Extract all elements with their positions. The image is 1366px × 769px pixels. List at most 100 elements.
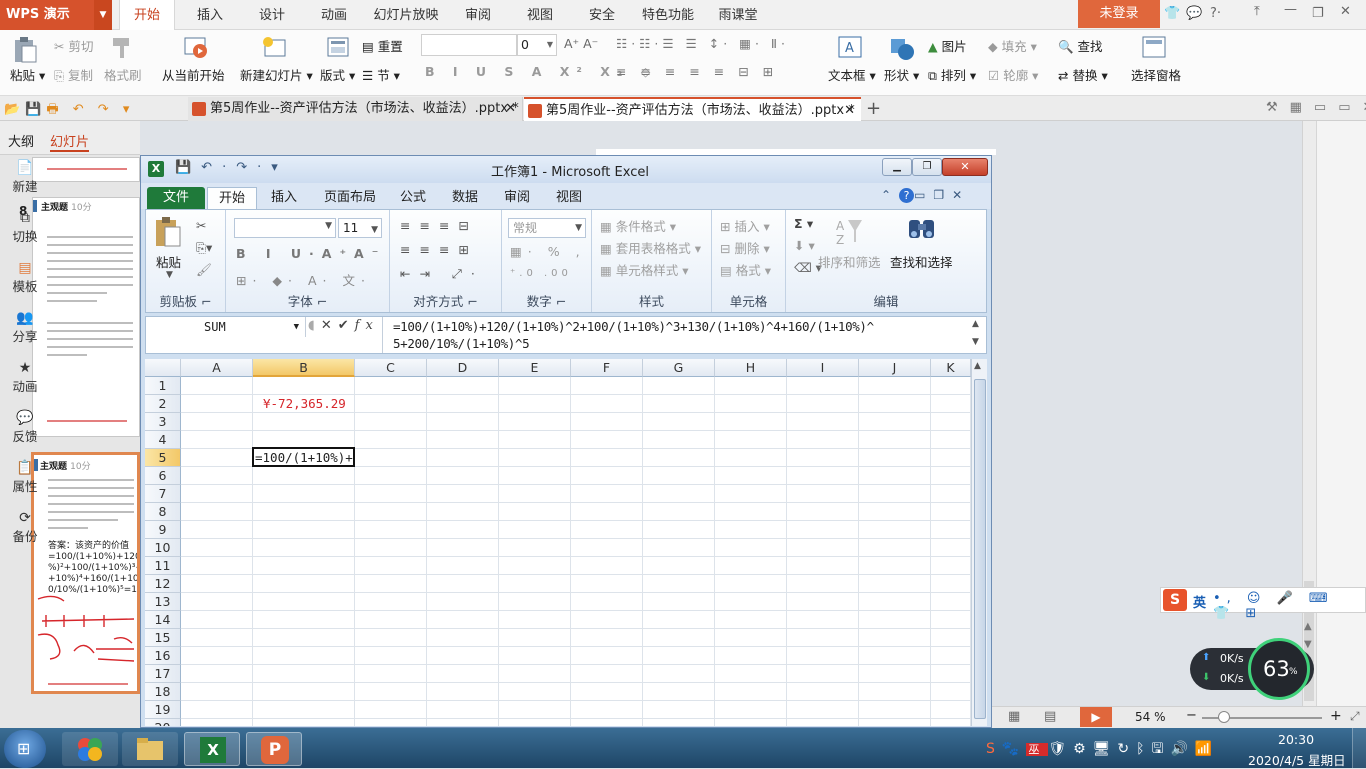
row-header-7[interactable]: 7 [145,485,181,503]
right-backup-button[interactable]: ⟳ 备份 [0,510,50,545]
canvas-scroll-down-icon[interactable]: ▼ [1304,639,1312,650]
wps-tab-rainclass[interactable]: 雨课堂 [708,0,768,30]
column-header-k[interactable]: K [931,359,971,377]
wps-tab-security[interactable]: 安全 [576,0,628,30]
row-header-14[interactable]: 14 [145,611,181,629]
layout-icon[interactable] [326,36,350,60]
table-format-button[interactable]: ▦ 套用表格格式 ▾ [600,238,701,257]
textbox-button[interactable]: 文本框 ▾ [828,65,876,84]
zoom-slider-handle[interactable] [1218,711,1230,723]
cell-b2[interactable]: ¥-72,365.29 [263,395,346,413]
ime-lang-toggle[interactable]: 英 [1193,592,1206,611]
doc-tab-1[interactable]: 第5周作业--资产评估方法（市场法、收益法）.pptx * ✕ [188,97,523,121]
row-header-16[interactable]: 16 [145,647,181,665]
zoom-level[interactable]: 54 % [1135,710,1166,724]
new-slide-button[interactable]: 新建幻灯片 ▾ [240,65,313,84]
arrange-button[interactable]: ⧉ 排列 ▾ [928,65,976,84]
paste-arrow-icon[interactable]: ▼ [166,270,173,280]
reset-button[interactable]: ▤ 重置 [362,36,403,55]
canvas-scroll-up-icon[interactable]: ▲ [1304,621,1312,632]
wps-tab-review[interactable]: 审阅 [452,0,504,30]
picture-button[interactable]: ▲ 图片 [928,36,967,55]
layout-button[interactable]: 版式 ▾ [320,65,355,84]
selection-pane-icon[interactable] [1142,36,1168,60]
right-share-button[interactable]: 👥 分享 [0,310,50,345]
excel-close-button[interactable]: ✕ [942,158,988,176]
sorter-view-icon[interactable]: ▤ [1044,709,1056,724]
wps-tab-home[interactable]: 开始 [119,0,175,31]
excel-vertical-scrollbar[interactable]: ▲ [971,359,987,726]
excel-cut-icon[interactable]: ✂ [196,218,206,233]
start-button[interactable]: ⊞ [4,730,46,768]
excel-format-painter-icon[interactable]: 🖌 [196,262,212,278]
minimize-icon[interactable]: — [1284,2,1297,17]
row-header-4[interactable]: 4 [145,431,181,449]
excel-tab-file[interactable]: 文件 [147,187,205,209]
list-indent-buttons[interactable]: ☷·☷·☰ ☰ ↕· ▦· Ⅱ· [616,36,789,51]
right-feedback-button[interactable]: 💬 反馈 [0,410,50,445]
row-header-17[interactable]: 17 [145,665,181,683]
fill-down-button[interactable]: ⬇ ▾ [794,238,815,253]
excel-tab-review[interactable]: 审阅 [495,187,539,209]
column-header-i[interactable]: I [787,359,859,377]
formula-buttons[interactable]: ◖✕✔fx [308,318,379,333]
memory-gauge[interactable]: 63% [1248,638,1310,700]
selection-pane-button[interactable]: 选择窗格 [1131,65,1181,84]
row-header-15[interactable]: 15 [145,629,181,647]
column-header-b[interactable]: B [253,359,355,377]
right-properties-button[interactable]: 📋 属性 [0,460,50,495]
restore-up-icon[interactable]: ⤒ [1254,4,1260,19]
taskbar-excel[interactable]: X [184,732,240,766]
slideshow-play-icon[interactable]: ▶ [1080,707,1112,727]
row-header-12[interactable]: 12 [145,575,181,593]
worksheet-grid[interactable]: ABCDEFGHIJK 1 2 3 4 5 6 7 8 9 10 11 12 13 14 15 16 17 18 1… [145,359,971,726]
column-header-d[interactable]: D [427,359,499,377]
row-header-19[interactable]: 19 [145,701,181,719]
clock-time[interactable]: 20:30 [1278,732,1314,747]
format-painter-button[interactable]: 格式刷 [104,65,142,84]
wps-tab-slideshow[interactable]: 幻灯片放映 [370,0,442,30]
maximize-icon[interactable]: ❐ [1312,6,1324,21]
paragraph-align-buttons[interactable]: ≡ ≡ ≡ ≡ ≡ ⊟ ⊞ [616,64,778,79]
close-icon[interactable]: ✕ [1340,4,1351,19]
paste-button[interactable]: 粘贴 ▾ [10,65,45,84]
excel-tab-insert[interactable]: 插入 [261,187,307,209]
excel-quick-access[interactable]: 💾↶·↷·▾ [175,160,288,175]
taskbar-browser[interactable] [62,732,118,766]
font-name-box[interactable] [421,34,517,56]
delete-cells-button[interactable]: ⊟ 删除 ▾ [720,238,770,257]
right-animation-button[interactable]: ★ 动画 [0,360,50,395]
horizontal-align-buttons[interactable]: ≡≡≡⊞ [400,242,478,257]
active-cell-b5[interactable]: =100/(1+10%)+ [252,447,355,467]
new-tab-icon[interactable]: + [866,98,881,119]
excel-paste-button[interactable]: 粘贴 [156,252,181,271]
row-header-18[interactable]: 18 [145,683,181,701]
excel-restore-button[interactable]: ❐ [912,158,942,176]
column-header-a[interactable]: A [181,359,253,377]
wps-tab-insert[interactable]: 插入 [184,0,236,30]
row-header-10[interactable]: 10 [145,539,181,557]
row-header-5[interactable]: 5 [145,449,181,467]
format-painter-icon[interactable] [110,36,134,60]
number-format-box[interactable]: 常规 ▼ [508,218,586,238]
doc-tab-2-close-icon[interactable]: ✕ [844,99,855,123]
slides-tab[interactable]: 幻灯片 [50,131,90,152]
zoom-in-icon[interactable]: + [1330,708,1342,724]
formula-input[interactable]: =100/(1+10%)+120/(1+10%)^2+100/(1+10%)^3… [382,317,972,353]
wps-app-menu[interactable]: WPS 演示 ▼ [0,0,112,30]
doc-bar-controls[interactable]: ⚒▦▭▭✕ [1266,100,1366,115]
outline-tab[interactable]: 大纲 [8,131,34,150]
font-size-box[interactable]: 0 ▼ [517,34,557,56]
section-button[interactable]: ☰ 节 ▾ [362,65,400,84]
vertical-align-buttons[interactable]: ≡≡≡⊟ [400,218,478,233]
copy-button[interactable]: ⎘ 复制 [54,65,93,84]
row-header-11[interactable]: 11 [145,557,181,575]
excel-font-style-buttons[interactable]: B I U·A⁺A⁻ [236,246,386,261]
formula-bar-expand-icon[interactable]: ▼ [972,337,979,347]
play-from-current-icon[interactable] [184,36,210,60]
conditional-format-button[interactable]: ▦ 条件格式 ▾ [600,216,676,235]
zoom-out-icon[interactable]: − [1186,708,1197,723]
enter-formula-icon[interactable]: ✔ [338,318,355,333]
ime-tools[interactable]: •, ☺ 🎤 ⌨ 👕 ⊞ [1213,591,1365,621]
excel-ribbon-controls[interactable]: ⌃? ▭❐✕ [881,188,970,203]
